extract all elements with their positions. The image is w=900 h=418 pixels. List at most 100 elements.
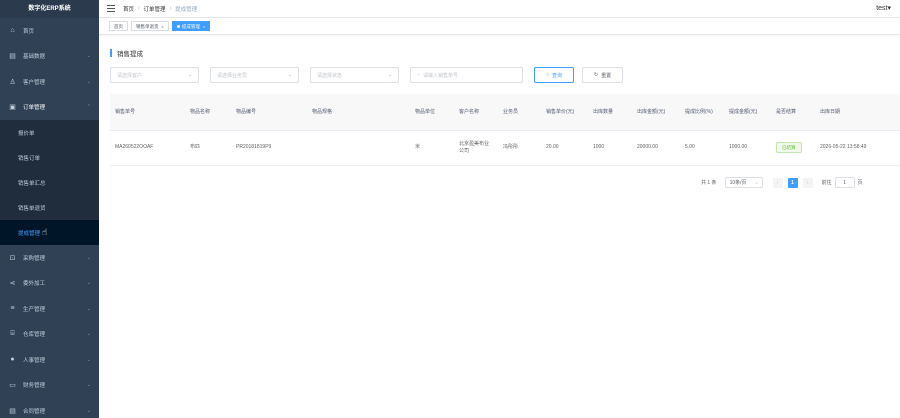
column-header: 出库日期 — [815, 94, 900, 131]
chevron-down-icon: ⌄ — [86, 53, 91, 60]
chevron-down-icon: ⌄ — [387, 72, 392, 78]
salesman-select[interactable]: 请选择业务员 ⌄ — [210, 67, 299, 83]
cell-commission-amount: 1000.00 — [724, 130, 771, 166]
order-no-placeholder: 请输入销售单号 — [423, 72, 459, 79]
customer-select-placeholder: 请选择客户 — [117, 72, 143, 79]
prev-page-button[interactable]: ‹ — [772, 177, 783, 188]
sidebar-item-contract[interactable]: ▤ 合同管理 ⌄ — [0, 398, 99, 418]
column-header: 提成比例(%) — [680, 94, 724, 131]
chevron-down-icon: ⌄ — [86, 254, 91, 261]
sidebar-subitem-sales-return[interactable]: 销售单退货 — [0, 195, 99, 220]
salesman-select-placeholder: 请选择业务员 — [217, 72, 248, 79]
sidebar-item-purchase[interactable]: ⊡ 采购管理 ⌄ — [0, 245, 99, 271]
sidebar-item-production[interactable]: ≡ 生产管理 ⌄ — [0, 296, 99, 322]
reset-button[interactable]: ↻ 重置 — [582, 67, 623, 83]
sidebar-subitem-label: 提成管理 — [18, 230, 41, 237]
goto-page-input[interactable]: 1 — [834, 177, 855, 188]
sidebar-item-label: 客户管理 — [23, 79, 46, 86]
main-content: 销售提成 请选择客户 ⌄ 请选择业务员 ⌄ 请选择状态 ⌄ ○ 请输入销售单号 … — [99, 35, 900, 418]
reset-button-label: 重置 — [601, 72, 612, 79]
sidebar-subitem-quotation[interactable]: 报价单 — [0, 120, 99, 145]
sidebar-item-basic-data[interactable]: ▤ 基础数据 ⌄ — [0, 44, 99, 70]
tag-home[interactable]: 首页 — [109, 21, 128, 31]
breadcrumb-current: 提成管理 — [175, 6, 198, 13]
sidebar-subitem-sales-summary[interactable]: 销售单汇总 — [0, 170, 99, 195]
chevron-down-icon: ⌄ — [86, 305, 91, 312]
person-icon: ● — [10, 356, 15, 364]
chevron-down-icon: ⌄ — [86, 280, 91, 287]
page-title-text: 销售提成 — [117, 51, 143, 58]
chevron-up-icon: ⌃ — [86, 104, 91, 111]
commission-table: 销售单号 物品名称 物品编号 物品规格 物品单位 客户名称 业务员 销售单价(元… — [110, 94, 900, 166]
close-icon[interactable]: × — [162, 22, 164, 31]
cell-unit-price: 20.00 — [541, 130, 588, 166]
sidebar-item-home[interactable]: ⌂ 首页 — [0, 18, 99, 44]
breadcrumb-home[interactable]: 首页 — [123, 5, 134, 13]
sidebar-item-customer[interactable]: ♙ 客户管理 ⌄ — [0, 69, 99, 95]
order-no-search-input[interactable]: ○ 请输入销售单号 — [410, 67, 523, 83]
chevron-left-icon: ‹ — [776, 179, 779, 186]
column-header: 出库数量 — [588, 94, 632, 131]
cell-commission-rate: 5.00 — [680, 130, 724, 166]
chevron-down-icon: ⌄ — [86, 78, 91, 85]
sidebar-item-label: 财务管理 — [23, 383, 46, 390]
status-select[interactable]: 请选择状态 ⌄ — [310, 67, 399, 83]
page-title: 销售提成 — [110, 48, 143, 58]
folder-icon: ▭ — [9, 382, 16, 390]
next-page-button[interactable]: › — [802, 177, 813, 188]
share-icon: ⋖ — [9, 280, 16, 288]
sidebar-item-label: 生产管理 — [23, 306, 46, 313]
sidebar-item-finance[interactable]: ▭ 财务管理 ⌄ — [0, 373, 99, 399]
active-dot-icon — [176, 24, 180, 28]
orders-submenu: 报价单 销售订单 销售单汇总 销售单退货 提成管理 ☝ — [0, 120, 99, 245]
sidebar-item-label: 订单管理 — [23, 105, 46, 112]
chevron-down-icon: ⌄ — [86, 331, 91, 338]
sidebar-item-warehouse[interactable]: ⌸ 仓库管理 ⌄ — [0, 322, 99, 348]
page-size-select[interactable]: 10条/页 ⌄ — [724, 177, 763, 188]
customer-select[interactable]: 请选择客户 ⌄ — [110, 67, 199, 83]
status-select-placeholder: 请选择状态 — [317, 72, 343, 79]
column-header: 物品规格 — [307, 94, 410, 131]
chevron-down-icon: ⌄ — [754, 179, 759, 186]
sidebar-item-hr[interactable]: ● 人事管理 ⌄ — [0, 347, 99, 373]
pagination-total: 共 1 条 — [701, 180, 717, 186]
chevron-right-icon: › — [806, 179, 809, 186]
sidebar-item-orders[interactable]: ▣ 订单管理 ⌃ — [0, 95, 99, 121]
table-header-row: 销售单号 物品名称 物品编号 物品规格 物品单位 客户名称 业务员 销售单价(元… — [110, 94, 900, 131]
cell-item-unit: 米 — [410, 130, 454, 166]
sidebar-subitem-sales-order[interactable]: 销售订单 — [0, 145, 99, 170]
hamburger-icon[interactable] — [107, 5, 115, 12]
search-button[interactable]: ○ 查询 — [534, 67, 574, 83]
sidebar-item-label: 合同管理 — [23, 408, 46, 415]
cell-item-code: PR20181819P9 — [231, 130, 307, 166]
breadcrumb-orders[interactable]: 订单管理 — [144, 5, 166, 13]
sidebar-item-label: 仓库管理 — [23, 332, 46, 339]
tag-label: 销售单退货 — [136, 23, 159, 29]
user-menu[interactable]: test▾ — [876, 4, 891, 12]
tag-label: 首页 — [114, 23, 123, 29]
breadcrumb-separator: / — [169, 5, 172, 12]
tag-commission[interactable]: 提成管理 × — [171, 21, 211, 31]
page-number-current[interactable]: 1 — [787, 177, 798, 188]
column-header: 物品单位 — [410, 94, 454, 131]
tags-view: 首页 销售单退货 × 提成管理 × — [99, 18, 900, 35]
sidebar-item-outsourcing[interactable]: ⋖ 委外加工 ⌄ — [0, 271, 99, 297]
column-header: 客户名称 — [454, 94, 498, 131]
chevron-down-icon: ⌄ — [86, 356, 91, 363]
table-row[interactable]: MA260522OOAF 布匹 PR20181819P9 米 北京盈美布业公司 … — [110, 130, 900, 166]
tag-label: 提成管理 — [181, 23, 200, 29]
chevron-down-icon: ⌄ — [187, 72, 192, 78]
document-icon: ▤ — [9, 53, 16, 61]
cell-out-date: 2026-05-22 13:58:49 — [815, 130, 900, 166]
user-icon: ♙ — [9, 78, 16, 86]
sidebar: 数字化ERP系统 ⌂ 首页 ▤ 基础数据 ⌄ ♙ 客户管理 ⌄ ▣ 订单管理 ⌃… — [0, 0, 99, 418]
column-header: 出库金额(元) — [632, 94, 680, 131]
tag-sales-return[interactable]: 销售单退货 × — [131, 21, 169, 31]
contract-icon: ▤ — [9, 407, 16, 415]
breadcrumb: 首页 / 订单管理 / 提成管理 — [123, 5, 197, 13]
refresh-icon: ↻ — [593, 72, 599, 78]
list-icon: ≡ — [10, 305, 15, 313]
cell-out-qty: 1000 — [588, 130, 632, 166]
sidebar-subitem-commission[interactable]: 提成管理 ☝ — [0, 220, 99, 245]
close-icon[interactable]: × — [203, 22, 205, 31]
